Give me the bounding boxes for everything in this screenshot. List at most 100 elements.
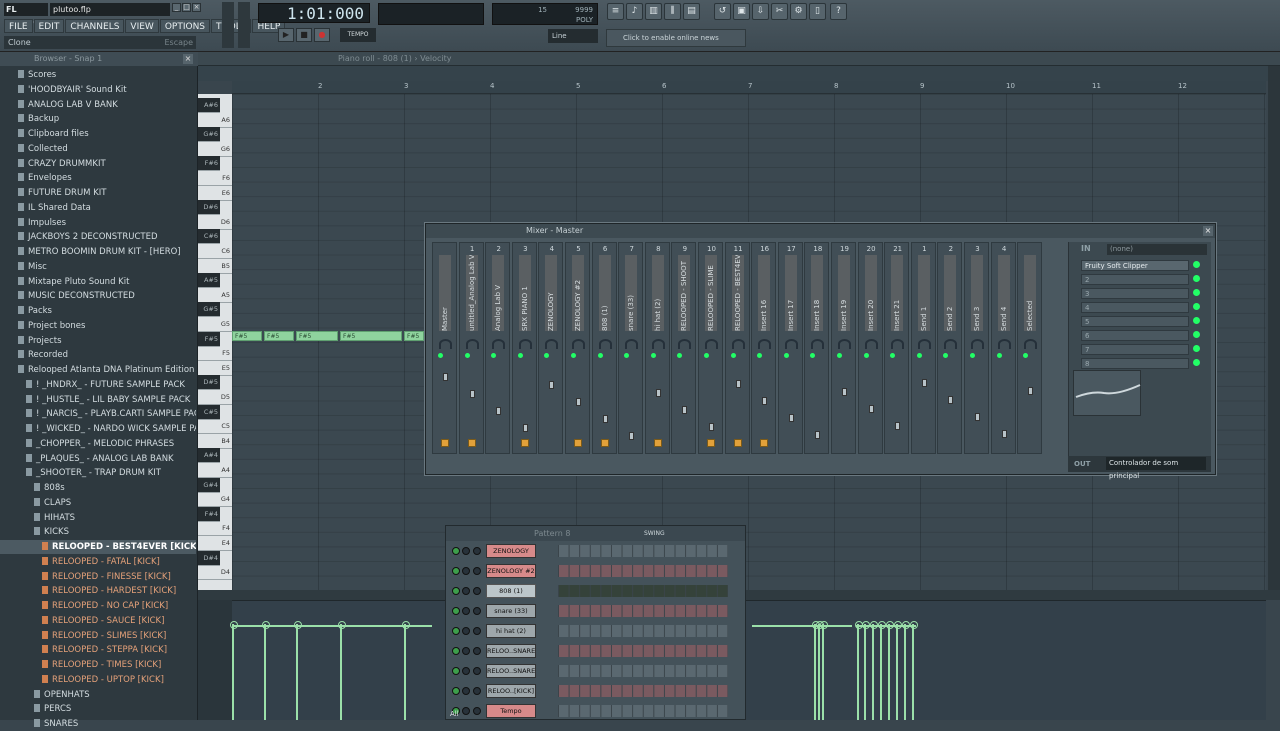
fx-slot-led-icon[interactable] <box>1193 331 1200 338</box>
track-enable-led[interactable] <box>491 353 497 358</box>
piano-key[interactable]: G#5 <box>198 302 220 318</box>
velocity-bar[interactable] <box>870 621 878 720</box>
track-name[interactable]: Insert 18 <box>811 255 824 331</box>
track-enable-led[interactable] <box>704 353 709 358</box>
piano-key[interactable]: E5 <box>198 361 232 376</box>
browser-file-item[interactable]: RELOOPED - SAUCE [KICK] <box>0 614 196 628</box>
step-sequencer[interactable] <box>558 625 728 637</box>
undo-icon[interactable]: ↺ <box>714 3 731 20</box>
track-enable-led[interactable] <box>544 353 550 358</box>
velocity-bar[interactable] <box>402 621 410 720</box>
browser-folder-item[interactable]: 808s <box>0 481 196 495</box>
track-enable-led[interactable] <box>624 353 630 358</box>
volume-fader[interactable] <box>576 398 581 406</box>
browser-folder-item[interactable]: FUTURE DRUM KIT <box>0 186 196 200</box>
step-sequencer[interactable] <box>558 585 728 597</box>
browser-file-item[interactable]: RELOOPED - UPTOP [KICK] <box>0 673 196 687</box>
piano-key[interactable]: D#6 <box>198 200 220 216</box>
track-enable-led[interactable] <box>916 353 922 358</box>
browser-folder-item[interactable]: ! _HUSTLE_ - LIL BABY SAMPLE PACK <box>0 393 196 407</box>
fx-input-select[interactable]: (none) <box>1107 244 1207 255</box>
fx-slot[interactable]: 6 <box>1081 330 1189 341</box>
track-enable-led[interactable] <box>677 353 683 358</box>
browser-file-item[interactable]: RELOOPED - TIMES [KICK] <box>0 658 196 672</box>
velocity-bar[interactable] <box>294 621 302 720</box>
velocity-bar[interactable] <box>902 621 910 720</box>
browser-folder-item[interactable]: Scores <box>0 68 196 82</box>
pan-knob[interactable] <box>838 339 851 349</box>
browser-file-item[interactable]: RELOOPED - HARDEST [KICK] <box>0 584 196 598</box>
track-enable-led[interactable] <box>597 353 603 358</box>
render-icon[interactable]: ⇩ <box>752 3 769 20</box>
browser-folder-item[interactable]: MUSIC DECONSTRUCTED <box>0 289 196 303</box>
pan-knob[interactable] <box>518 339 532 349</box>
velocity-bar[interactable] <box>894 621 902 720</box>
fx-route-indicator[interactable] <box>520 439 529 447</box>
note-block[interactable]: F#5 <box>296 330 338 341</box>
channel-name-button[interactable]: RELOO..SNARE] <box>486 644 536 658</box>
step-sequencer[interactable] <box>558 545 728 557</box>
piano-key[interactable]: B5 <box>198 259 232 274</box>
volume-fader[interactable] <box>895 422 901 430</box>
step-sequencer[interactable] <box>558 565 728 577</box>
note-block[interactable]: F#5 <box>232 330 262 341</box>
piano-key[interactable]: F4 <box>198 521 232 537</box>
mixer-track[interactable]: Selected <box>1017 242 1043 454</box>
fx-slot-led-icon[interactable] <box>1193 359 1200 366</box>
piano-key[interactable]: C6 <box>198 244 232 259</box>
channel-name-button[interactable]: RELOO..[KICK] <box>486 684 536 698</box>
browser-folder-item[interactable]: OPENHATS <box>0 688 196 702</box>
track-enable-led[interactable] <box>517 353 523 358</box>
channel-volume-knob[interactable] <box>473 627 481 635</box>
event-selector[interactable] <box>198 600 232 720</box>
piano-key[interactable]: C#5 <box>198 404 220 420</box>
channel-rack-icon[interactable]: ▥ <box>645 3 662 20</box>
piano-key[interactable]: D#4 <box>198 550 220 566</box>
pan-knob[interactable] <box>758 339 772 349</box>
volume-fader[interactable] <box>469 390 475 398</box>
browser-file-item[interactable]: RELOOPED - STEPPA [KICK] <box>0 643 196 657</box>
velocity-bar[interactable] <box>816 621 824 720</box>
mixer-track[interactable]: 21 Insert 21 <box>884 242 910 454</box>
browser-folder-item[interactable]: Envelopes <box>0 171 196 185</box>
piano-key[interactable]: G#6 <box>198 127 220 143</box>
volume-fader[interactable] <box>842 388 847 396</box>
track-enable-led[interactable] <box>943 353 949 358</box>
volume-fader[interactable] <box>788 414 794 422</box>
pan-knob[interactable] <box>625 339 639 349</box>
mixer-track[interactable]: 7 snare (33) <box>618 242 644 454</box>
fx-route-indicator[interactable] <box>441 439 449 447</box>
browser-folder-item[interactable]: Recorded <box>0 348 196 362</box>
browser-folder-item[interactable]: HIHATS <box>0 511 196 525</box>
track-enable-led[interactable] <box>970 353 975 358</box>
piano-key[interactable]: F#6 <box>198 156 220 172</box>
browser-folder-item[interactable]: ! _HNDRX_ - FUTURE SAMPLE PACK <box>0 378 196 392</box>
mixer-track[interactable]: 20 Insert 20 <box>857 242 883 454</box>
channel-volume-knob[interactable] <box>473 707 481 715</box>
browser-folder-item[interactable]: IL Shared Data <box>0 201 196 215</box>
pan-knob[interactable] <box>944 339 958 349</box>
output-device-select[interactable]: Controlador de som principal <box>1106 457 1206 480</box>
velocity-bar[interactable] <box>820 621 828 720</box>
pan-knob[interactable] <box>864 339 878 349</box>
channel-mute-icon[interactable] <box>452 607 460 615</box>
piano-key[interactable]: F#5 <box>198 331 220 347</box>
volume-fader[interactable] <box>522 424 528 432</box>
velocity-bar[interactable] <box>886 621 894 720</box>
browser-folder-item[interactable]: Impulses <box>0 216 196 230</box>
channel-pan-knob[interactable] <box>462 587 470 595</box>
piano-key[interactable]: C5 <box>198 419 232 435</box>
piano-key[interactable]: A#5 <box>198 273 220 289</box>
browser-folder-item[interactable]: Collected <box>0 142 196 156</box>
volume-fader[interactable] <box>549 381 555 389</box>
channel-filter[interactable]: All <box>450 710 459 718</box>
mixer-track[interactable]: 19 Insert 19 <box>831 242 856 454</box>
track-name[interactable]: snare (33) <box>625 255 638 331</box>
mixer-track[interactable]: 4 Send 4 <box>990 242 1016 454</box>
browser-folder-item[interactable]: SNARES <box>0 717 196 731</box>
step-sequencer[interactable] <box>558 645 728 657</box>
channel-volume-knob[interactable] <box>473 667 481 675</box>
track-enable-led[interactable] <box>464 353 470 358</box>
channel-name-button[interactable]: snare (33) <box>486 604 536 618</box>
channel-pan-knob[interactable] <box>462 667 470 675</box>
